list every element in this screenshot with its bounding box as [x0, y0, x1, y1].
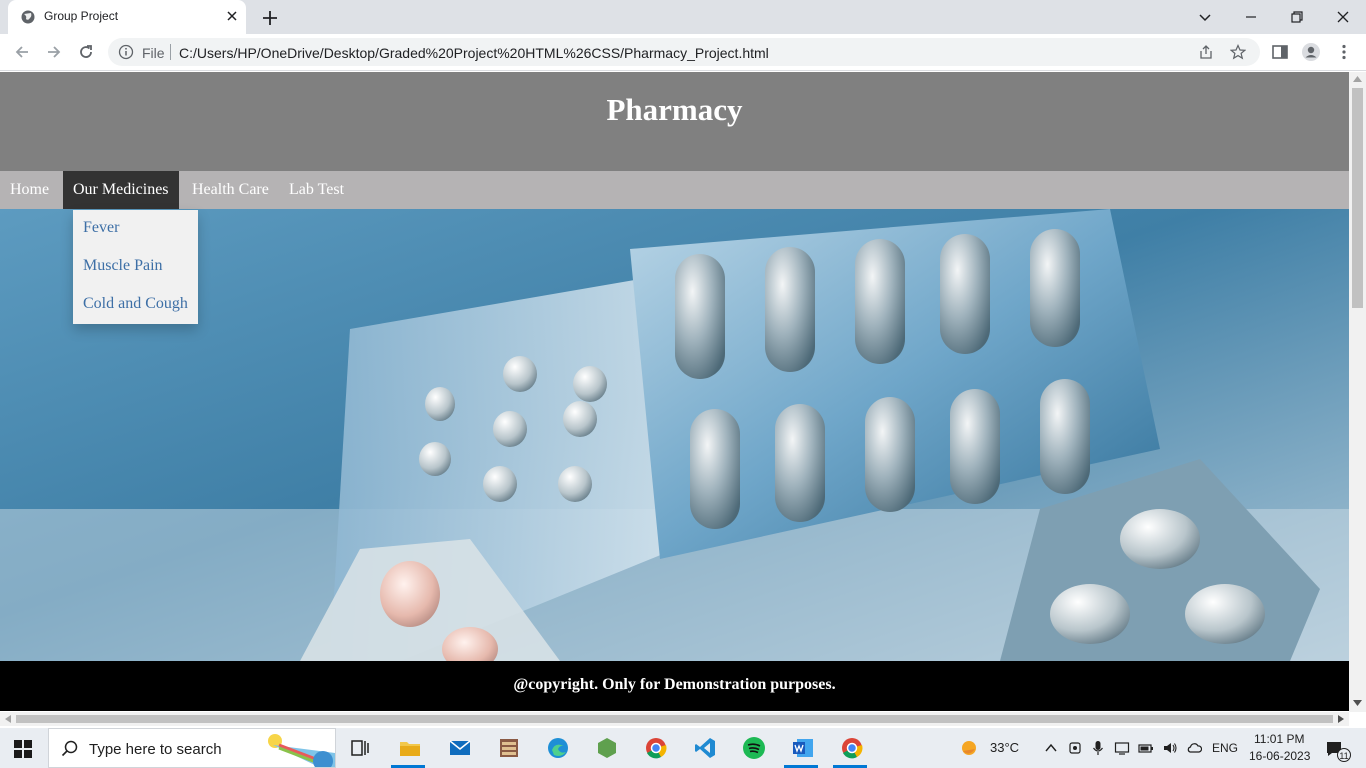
- side-panel-icon[interactable]: [1270, 42, 1290, 62]
- weather-temperature[interactable]: 33°C: [990, 740, 1019, 755]
- back-arrow-icon[interactable]: [12, 42, 32, 62]
- site-title: Pharmacy: [606, 92, 743, 127]
- vertical-scrollbar[interactable]: [1349, 72, 1366, 712]
- notification-count-badge: 11: [1337, 748, 1351, 762]
- task-view-icon[interactable]: [348, 736, 372, 760]
- nav-our-medicines[interactable]: Our Medicines: [63, 171, 179, 209]
- word-icon[interactable]: [791, 736, 815, 760]
- microphone-icon[interactable]: [1090, 740, 1106, 756]
- footer-copyright: @copyright. Only for Demonstration purpo…: [513, 676, 836, 693]
- spotify-icon[interactable]: [742, 736, 766, 760]
- scroll-left-arrow-icon[interactable]: [5, 715, 11, 723]
- tab-close-icon[interactable]: [224, 8, 240, 24]
- reload-icon[interactable]: [76, 42, 96, 62]
- battery-icon[interactable]: [1138, 740, 1154, 756]
- medicines-dropdown: Fever Muscle Pain Cold and Cough: [73, 210, 198, 324]
- minimize-icon[interactable]: [1240, 6, 1262, 28]
- clock-date[interactable]: 16-06-2023: [1249, 749, 1310, 763]
- mail-icon[interactable]: [448, 736, 472, 760]
- chevron-up-icon[interactable]: [1043, 740, 1059, 756]
- scroll-up-arrow-icon[interactable]: [1353, 76, 1362, 82]
- nav-home[interactable]: Home: [0, 171, 59, 209]
- taskbar-search-box[interactable]: Type here to search: [48, 728, 336, 768]
- nav-health-care[interactable]: Health Care: [182, 171, 279, 209]
- meet-now-icon[interactable]: [1067, 740, 1083, 756]
- browser-toolbar: File C:/Users/HP/OneDrive/Desktop/Graded…: [0, 34, 1366, 71]
- omnibox-divider: [170, 44, 171, 60]
- nav-lab-test[interactable]: Lab Test: [279, 171, 354, 209]
- dropdown-item-muscle-pain[interactable]: Muscle Pain: [83, 257, 163, 275]
- display-icon[interactable]: [1114, 740, 1130, 756]
- main-navbar: Home Our Medicines Health Care Lab Test: [0, 171, 1349, 209]
- horizontal-scrollbar[interactable]: [0, 712, 1349, 726]
- search-icon: [61, 740, 78, 757]
- tab-search-chevron-icon[interactable]: [1194, 6, 1216, 28]
- scroll-right-arrow-icon[interactable]: [1338, 715, 1344, 723]
- dropdown-item-fever[interactable]: Fever: [83, 219, 119, 237]
- weather-sun-icon[interactable]: [958, 737, 980, 759]
- dropdown-item-cold-and-cough[interactable]: Cold and Cough: [83, 295, 188, 313]
- bookmark-star-icon[interactable]: [1230, 44, 1246, 60]
- restore-icon[interactable]: [1286, 6, 1308, 28]
- node-app-icon[interactable]: [595, 736, 619, 760]
- address-bar[interactable]: File C:/Users/HP/OneDrive/Desktop/Graded…: [108, 38, 1260, 66]
- volume-icon[interactable]: [1162, 740, 1178, 756]
- new-tab-icon[interactable]: [260, 8, 280, 28]
- file-scheme-label: File: [142, 45, 165, 61]
- kebab-menu-icon[interactable]: [1334, 42, 1354, 62]
- windows-start-icon[interactable]: [14, 740, 32, 758]
- chrome-active-icon[interactable]: [840, 736, 864, 760]
- file-explorer-icon[interactable]: [398, 736, 422, 760]
- browser-tab[interactable]: Group Project: [8, 0, 246, 34]
- vscode-icon[interactable]: [693, 736, 717, 760]
- tab-title: Group Project: [44, 9, 119, 23]
- edge-browser-icon[interactable]: [546, 736, 570, 760]
- search-placeholder: Type here to search: [89, 741, 222, 758]
- globe-icon: [21, 10, 35, 24]
- url-text[interactable]: C:/Users/HP/OneDrive/Desktop/Graded%20Pr…: [179, 45, 769, 61]
- language-indicator[interactable]: ENG: [1212, 741, 1238, 755]
- info-icon[interactable]: [118, 44, 134, 60]
- clock-time[interactable]: 11:01 PM: [1254, 732, 1304, 746]
- profile-avatar-icon[interactable]: [1301, 42, 1321, 62]
- scroll-down-arrow-icon[interactable]: [1353, 700, 1362, 706]
- onedrive-cloud-icon[interactable]: [1186, 740, 1202, 756]
- site-header: Pharmacy: [0, 72, 1349, 171]
- browser-tab-strip: Group Project: [0, 0, 1366, 34]
- hero-medicine-image: [0, 209, 1349, 661]
- search-highlight-rainbow-icon: [268, 734, 335, 767]
- windows-taskbar: Type here to search 33°C ENG 11:01 PM 16…: [0, 728, 1366, 768]
- page-viewport: Pharmacy Home Our Medicines Health Care …: [0, 72, 1349, 712]
- share-icon[interactable]: [1198, 44, 1214, 60]
- site-footer: @copyright. Only for Demonstration purpo…: [0, 661, 1349, 711]
- close-window-icon[interactable]: [1332, 6, 1354, 28]
- vertical-scroll-thumb[interactable]: [1352, 88, 1363, 308]
- archive-app-icon[interactable]: [497, 736, 521, 760]
- horizontal-scroll-thumb[interactable]: [16, 715, 1333, 723]
- forward-arrow-icon[interactable]: [44, 42, 64, 62]
- chrome-icon[interactable]: [644, 736, 668, 760]
